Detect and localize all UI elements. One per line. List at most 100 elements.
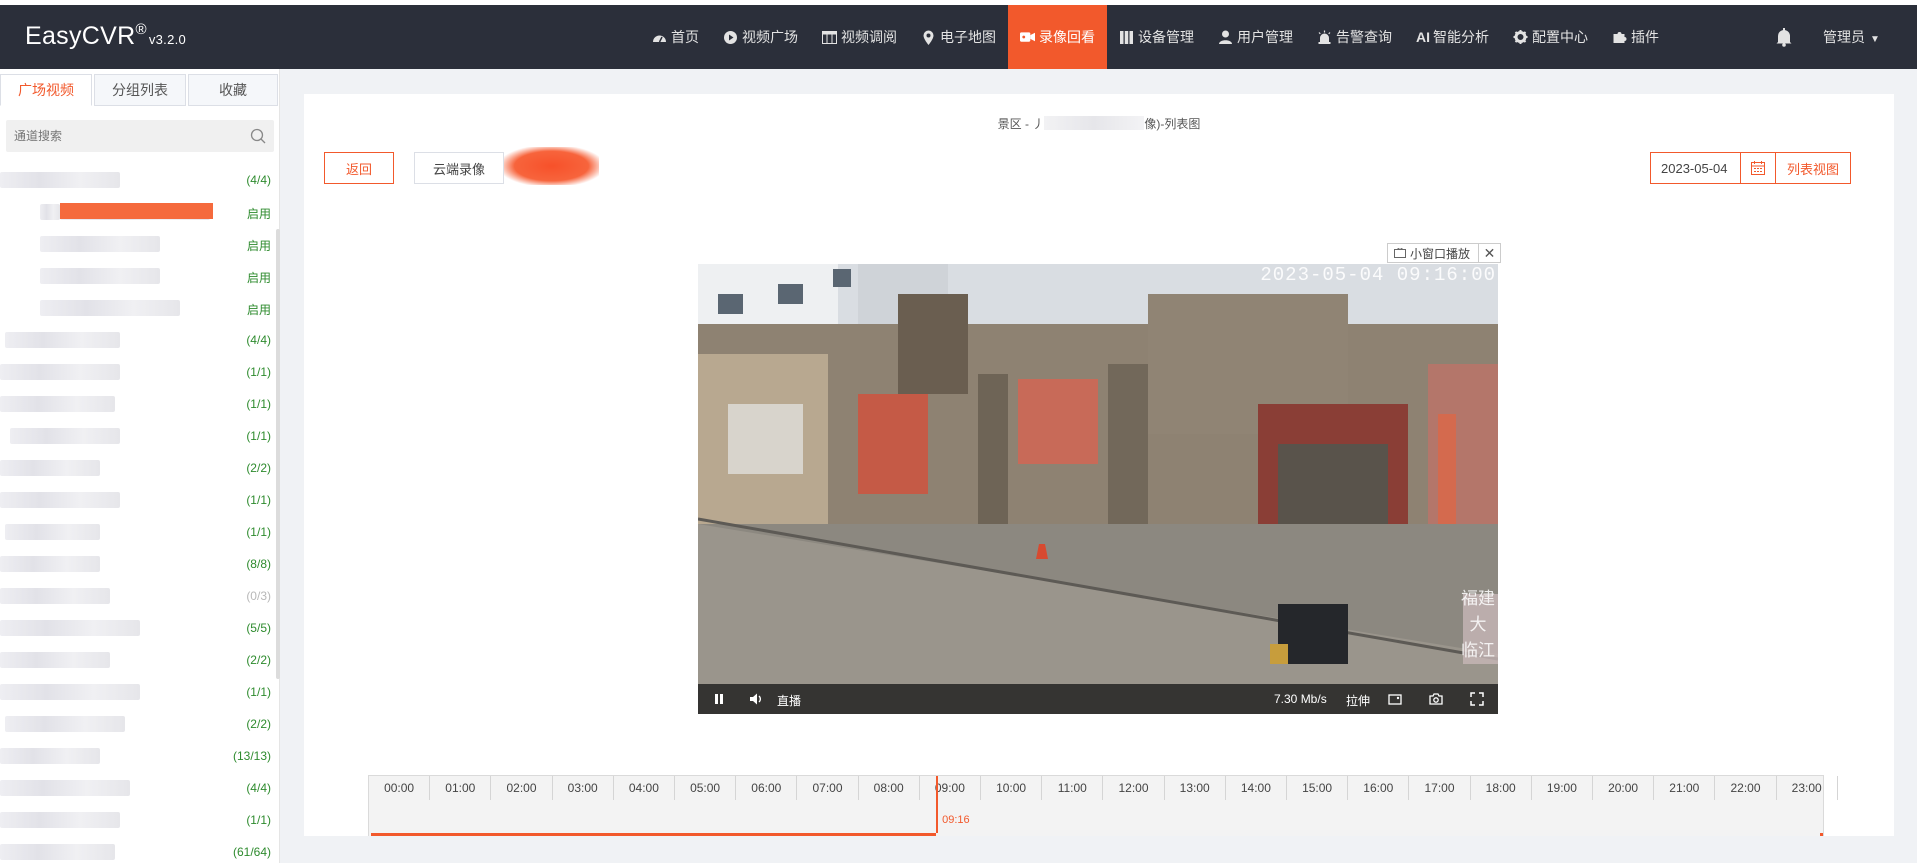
timeline-hour-tick[interactable]: 22:00 (1715, 776, 1777, 800)
tree-node[interactable]: 启用 (0, 260, 275, 292)
timeline-hour-tick[interactable]: 12:00 (1103, 776, 1165, 800)
timeline-hour-tick[interactable]: 15:00 (1287, 776, 1349, 800)
timeline-hour-tick[interactable]: 08:00 (859, 776, 920, 800)
list-view-button[interactable]: 列表视图 (1776, 152, 1851, 184)
tab-square-video[interactable]: 广场视频 (0, 74, 92, 106)
close-icon[interactable]: ✕ (1479, 243, 1501, 263)
tree-node[interactable]: (8/8) (0, 548, 275, 580)
tree-node[interactable]: (1/1) (0, 516, 275, 548)
timeline-hour-tick[interactable]: 06:00 (736, 776, 798, 800)
nav-item-home[interactable]: 首页 (640, 5, 711, 69)
timeline-hour-tick[interactable]: 05:00 (675, 776, 737, 800)
tree-node[interactable]: (4/4) (0, 324, 275, 356)
timeline-hour-tick[interactable]: 01:00 (430, 776, 492, 800)
calendar-icon (1751, 161, 1765, 175)
timeline-hour-tick[interactable]: 07:00 (797, 776, 859, 800)
tree-node[interactable]: (1/1) (0, 388, 275, 420)
redacted-name (0, 460, 100, 476)
redacted-tab[interactable] (504, 147, 599, 185)
nav-item-video-browse[interactable]: 视频调阅 (810, 5, 909, 69)
timeline-hour-tick[interactable]: 23:00 (1777, 776, 1838, 800)
timeline-hour-tick[interactable]: 19:00 (1532, 776, 1593, 800)
pause-icon[interactable] (712, 692, 726, 706)
timeline-hour-tick[interactable]: 00:00 (369, 776, 431, 800)
redacted-name (5, 332, 120, 348)
tree-node-count: (1/1) (246, 813, 271, 827)
nav-label: 设备管理 (1138, 29, 1194, 45)
tree-node[interactable]: 启用 (0, 196, 275, 228)
nav-item-alarm-query[interactable]: 告警查询 (1305, 5, 1404, 69)
tree-node[interactable]: (4/4) (0, 164, 275, 196)
tree-node[interactable]: (4/4) (0, 772, 275, 804)
tree-node-count: (13/13) (232, 749, 271, 763)
version-label: v3.2.0 (148, 32, 187, 47)
tab-favorites[interactable]: 收藏 (188, 74, 278, 106)
nav-label: 首页 (671, 29, 699, 45)
tree-node[interactable]: (1/1) (0, 676, 275, 708)
video-player[interactable]: 2023-05-04 09:16:00 福建 大 临江 直播 7.30 Mb/s… (698, 264, 1498, 714)
timeline-hour-tick[interactable]: 13:00 (1165, 776, 1226, 800)
volume-icon[interactable] (749, 692, 763, 706)
date-picker-input[interactable]: 2023-05-04 (1650, 152, 1740, 184)
back-button[interactable]: 返回 (324, 152, 394, 184)
nav-item-device-management[interactable]: 设备管理 (1107, 5, 1206, 69)
nav-item-recording-playback[interactable]: 录像回看 (1008, 5, 1107, 69)
tree-node[interactable]: (61/64) (0, 836, 275, 863)
timeline-hour-tick[interactable]: 14:00 (1226, 776, 1287, 800)
channel-search-input[interactable] (14, 120, 244, 152)
nav-item-plugins[interactable]: 插件 (1600, 5, 1671, 69)
mini-window-button[interactable]: 小窗口播放 (1387, 243, 1479, 263)
timeline-hour-tick[interactable]: 20:00 (1593, 776, 1655, 800)
tree-node[interactable]: (2/2) (0, 708, 275, 740)
tree-node[interactable]: (0/3) (0, 580, 275, 612)
tree-node[interactable]: (2/2) (0, 452, 275, 484)
tree-node[interactable]: (13/13) (0, 740, 275, 772)
timeline-hour-tick[interactable]: 10:00 (981, 776, 1043, 800)
tree-node-count: (2/2) (246, 461, 271, 475)
brand-logo[interactable]: EasyCVR®v3.2.0 (25, 21, 186, 51)
video-overlay-text: 福建 大 临江 (1458, 586, 1498, 664)
tree-node[interactable]: 启用 (0, 228, 275, 260)
timeline-hour-tick[interactable]: 09:00 (920, 776, 981, 800)
calendar-button[interactable] (1740, 152, 1776, 184)
user-icon (1219, 30, 1232, 44)
stretch-button[interactable]: 拉伸 (1346, 692, 1370, 709)
bell-icon[interactable] (1774, 27, 1794, 47)
timeline-cursor[interactable] (936, 776, 939, 833)
timeline-hour-tick[interactable]: 16:00 (1348, 776, 1410, 800)
gear-icon (1513, 30, 1528, 44)
nav-item-ai-analysis[interactable]: AI 智能分析 (1404, 5, 1501, 69)
tree-node[interactable]: (5/5) (0, 612, 275, 644)
sidebar-scrollbar[interactable] (276, 229, 280, 679)
tree-node[interactable]: 启用 (0, 292, 275, 324)
snapshot-camera-icon[interactable] (1429, 692, 1443, 706)
record-icon[interactable] (1388, 692, 1402, 706)
timeline-hour-tick[interactable]: 17:00 (1409, 776, 1471, 800)
tree-node[interactable]: (1/1) (0, 804, 275, 836)
tree-node-count: 启用 (246, 271, 271, 285)
timeline-hour-tick[interactable]: 21:00 (1654, 776, 1716, 800)
timeline-hour-tick[interactable]: 18:00 (1471, 776, 1532, 800)
search-icon[interactable] (250, 128, 266, 144)
tab-group-list[interactable]: 分组列表 (94, 74, 186, 106)
tree-node[interactable]: (2/2) (0, 644, 275, 676)
timeline-hour-tick[interactable]: 11:00 (1042, 776, 1104, 800)
timeline-hour-tick[interactable]: 04:00 (614, 776, 675, 800)
nav-item-map[interactable]: 电子地图 (909, 5, 1008, 69)
nav-item-video-square[interactable]: 视频广场 (711, 5, 810, 69)
tree-node[interactable]: (1/1) (0, 420, 275, 452)
user-menu[interactable]: 管理员 ▼ (1823, 27, 1880, 47)
nav-item-user-management[interactable]: 用户管理 (1206, 5, 1305, 69)
brand-registered-mark: ® (135, 21, 147, 38)
timeline-hour-tick[interactable]: 03:00 (553, 776, 614, 800)
fullscreen-icon[interactable] (1470, 692, 1484, 706)
recording-timeline[interactable]: 23:00 22:00 21:00 20:00 19:00 18:00 17:00 16:00… (368, 775, 1838, 837)
timeline-hour-tick[interactable]: 02:00 (491, 776, 553, 800)
live-label[interactable]: 直播 (777, 692, 801, 709)
tree-node[interactable]: (1/1) (0, 484, 275, 516)
nav-item-config-center[interactable]: 配置中心 (1501, 5, 1600, 69)
tree-node[interactable]: (1/1) (0, 356, 275, 388)
bitrate-label: 7.30 Mb/s (1274, 692, 1327, 706)
redacted-highlight (60, 203, 213, 219)
cloud-recording-button[interactable]: 云端录像 (414, 152, 504, 184)
